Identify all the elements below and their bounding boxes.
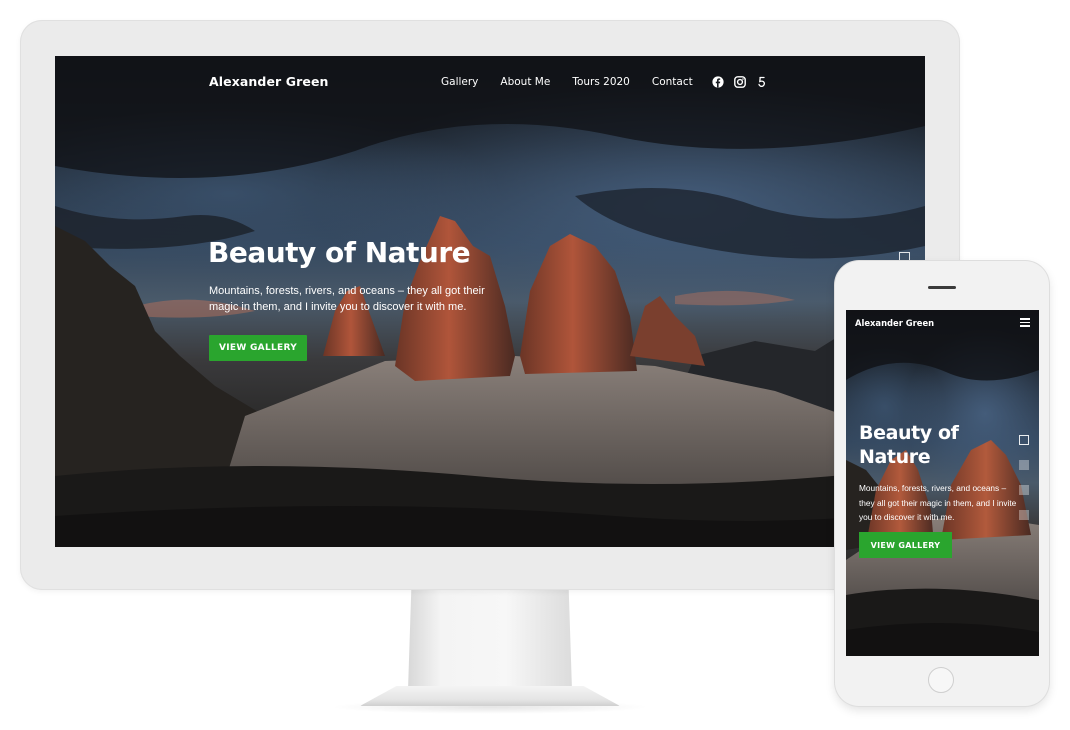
mobile-brand-logo[interactable]: Alexander Green [855,318,934,328]
nav-item-about-me[interactable]: About Me [500,76,550,88]
nav-item-contact[interactable]: Contact [652,76,693,88]
slider-dot-2[interactable] [1019,460,1029,470]
slider-dot-1[interactable] [1019,435,1029,445]
device-mockup-stage: Alexander Green Gallery About Me Tours 2… [0,0,1070,730]
phone-home-button [928,667,954,693]
500px-icon[interactable] [756,76,768,88]
mobile-screen: Alexander Green Beauty of Nature Mountai… [846,310,1039,656]
mobile-slider-indicators [1019,435,1029,520]
slider-dot-4[interactable] [1019,510,1029,520]
slider-dot-3[interactable] [1019,485,1029,495]
instagram-icon[interactable] [734,76,746,88]
monitor-stand [408,590,572,690]
nav-item-gallery[interactable]: Gallery [441,76,478,88]
nav-item-tours-2020[interactable]: Tours 2020 [572,76,630,88]
desktop-screen: Alexander Green Gallery About Me Tours 2… [55,56,925,547]
brand-logo[interactable]: Alexander Green [209,74,329,89]
mobile-hero-description: Mountains, forests, rivers, and oceans –… [859,483,1017,522]
mobile-phone: Alexander Green Beauty of Nature Mountai… [835,261,1049,706]
view-gallery-button[interactable]: VIEW GALLERY [209,335,307,361]
social-links [712,76,768,88]
monitor-base [360,686,620,706]
hero-description: Mountains, forests, rivers, and oceans –… [209,285,485,313]
facebook-icon[interactable] [712,76,724,88]
hamburger-menu-icon[interactable] [1020,318,1030,327]
hero-title: Beauty of Nature [208,236,471,269]
phone-speaker [928,286,956,289]
main-navigation: Gallery About Me Tours 2020 Contact [441,76,693,88]
mobile-view-gallery-button[interactable]: VIEW GALLERY [859,532,952,558]
mobile-hero-title: Beauty of Nature [859,422,959,468]
